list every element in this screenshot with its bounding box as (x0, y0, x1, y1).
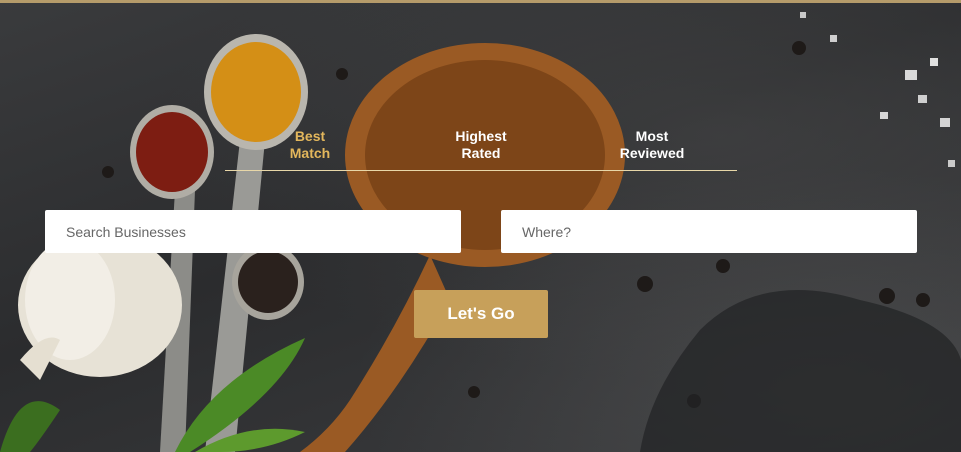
tab-highest-rated[interactable]: Highest Rated (426, 128, 536, 162)
tab-best-match-line2: Match (289, 145, 331, 161)
tab-best-match[interactable]: Best Match (255, 128, 365, 162)
where-input[interactable] (520, 222, 917, 241)
tab-highest-rated-line2: Rated (461, 145, 501, 161)
tab-most-reviewed-line2: Reviewed (619, 145, 685, 161)
search-businesses-field (45, 210, 461, 253)
tab-best-match-line1: Best (294, 128, 326, 144)
tab-most-reviewed[interactable]: Most Reviewed (597, 128, 707, 162)
search-businesses-input[interactable] (64, 222, 461, 241)
lets-go-button[interactable]: Let's Go (414, 290, 548, 338)
tab-most-reviewed-line1: Most (635, 128, 669, 144)
hero-section: Best Match Highest Rated Most Reviewed L… (0, 0, 961, 452)
sort-tabs: Best Match Highest Rated Most Reviewed (225, 128, 737, 171)
where-field (501, 210, 917, 253)
tab-highest-rated-line1: Highest (455, 128, 507, 144)
